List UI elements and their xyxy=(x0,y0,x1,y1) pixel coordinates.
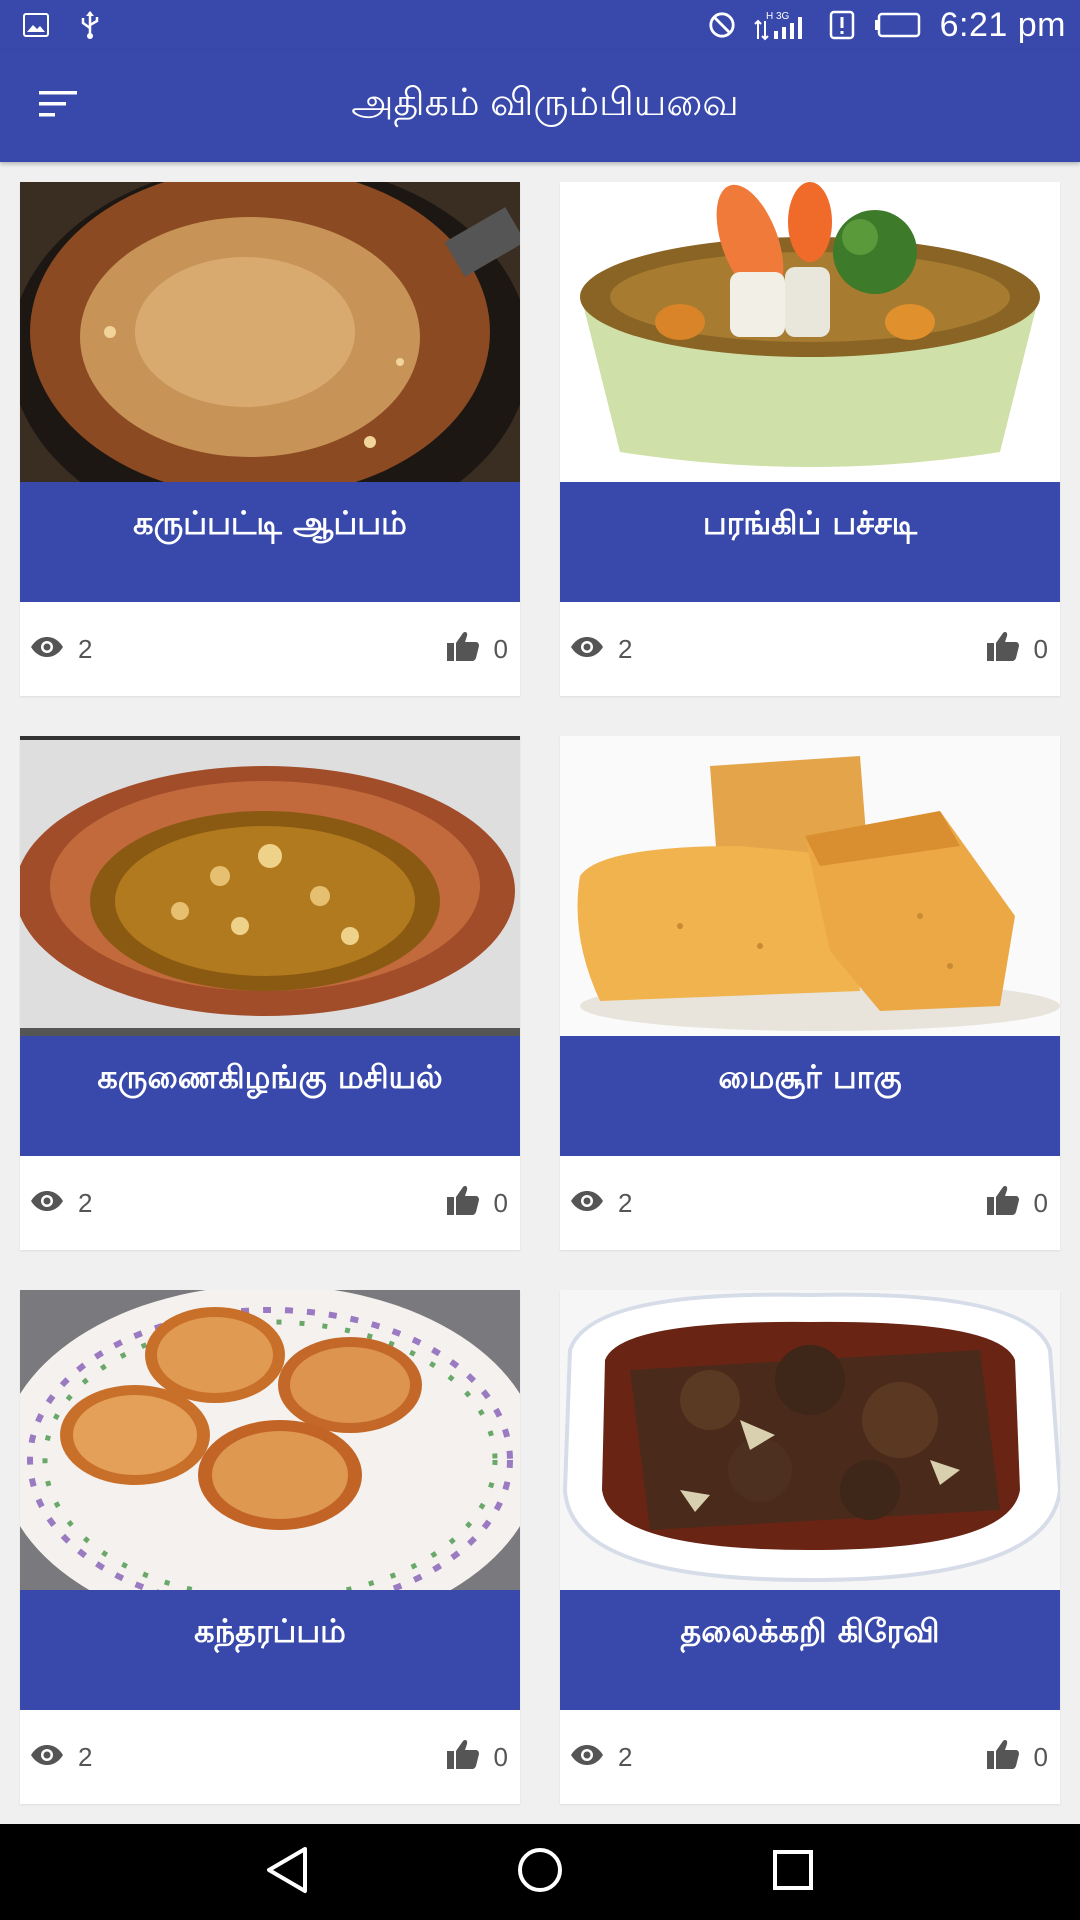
eye-icon xyxy=(30,1188,64,1219)
recipe-image[interactable] xyxy=(20,1290,520,1590)
recipe-title[interactable]: கருப்பட்டி ஆப்பம் xyxy=(20,482,520,602)
recipe-card[interactable]: கருப்பட்டி ஆப்பம் 2 0 xyxy=(20,182,520,696)
thumbs-up-icon[interactable] xyxy=(446,630,480,669)
eye-icon xyxy=(30,1742,64,1773)
recipe-stats: 2 0 xyxy=(20,602,520,696)
views-stat: 2 xyxy=(30,1742,92,1773)
sort-menu-icon xyxy=(37,89,79,123)
home-button[interactable] xyxy=(505,1837,575,1907)
likes-stat[interactable]: 0 xyxy=(986,1184,1048,1223)
recipe-title[interactable]: கந்தரப்பம் xyxy=(20,1590,520,1710)
recipe-image[interactable] xyxy=(560,736,1060,1036)
recipe-title[interactable]: தலைக்கறி கிரேவி xyxy=(560,1590,1060,1710)
alert-icon xyxy=(828,10,856,40)
recipe-stats: 2 0 xyxy=(560,1710,1060,1804)
likes-stat[interactable]: 0 xyxy=(446,630,508,669)
back-button[interactable] xyxy=(252,1837,322,1907)
recipe-stats: 2 0 xyxy=(560,1156,1060,1250)
recipe-card[interactable]: மைசூர் பாகு 2 0 xyxy=(560,736,1060,1250)
views-stat: 2 xyxy=(30,1188,92,1219)
home-icon xyxy=(516,1846,564,1898)
battery-icon xyxy=(874,11,922,39)
system-nav-bar xyxy=(0,1824,1080,1920)
thumbs-up-icon[interactable] xyxy=(986,1184,1020,1223)
thumbs-up-icon[interactable] xyxy=(986,1738,1020,1777)
recipe-title[interactable]: மைசூர் பாகு xyxy=(560,1036,1060,1156)
recipe-stats: 2 0 xyxy=(560,602,1060,696)
views-count: 2 xyxy=(78,1741,93,1772)
recipe-title[interactable]: பரங்கிப் பச்சடி xyxy=(560,482,1060,602)
usb-icon xyxy=(76,11,104,39)
views-count: 2 xyxy=(618,1741,633,1772)
recipe-image[interactable] xyxy=(560,1290,1060,1590)
views-stat: 2 xyxy=(570,1742,632,1773)
likes-stat[interactable]: 0 xyxy=(446,1184,508,1223)
recipe-card[interactable]: கந்தரப்பம் 2 0 xyxy=(20,1290,520,1804)
recipe-grid: கருப்பட்டி ஆப்பம் 2 0 பரங்கிப் பச்சடி 2 … xyxy=(0,162,1080,1824)
recipe-card[interactable]: தலைக்கறி கிரேவி 2 0 xyxy=(560,1290,1060,1804)
recipe-card[interactable]: கருணைகிழங்கு மசியல் 2 0 xyxy=(20,736,520,1250)
likes-count: 0 xyxy=(493,1187,508,1218)
thumbs-up-icon[interactable] xyxy=(446,1738,480,1777)
likes-stat[interactable]: 0 xyxy=(446,1738,508,1777)
views-count: 2 xyxy=(618,1187,633,1218)
views-count: 2 xyxy=(618,633,633,664)
recents-icon xyxy=(772,1849,814,1895)
likes-stat[interactable]: 0 xyxy=(986,1738,1048,1777)
status-time: 6:21 pm xyxy=(939,5,1066,44)
eye-icon xyxy=(30,634,64,665)
likes-count: 0 xyxy=(1033,1187,1048,1218)
back-icon xyxy=(263,1845,311,1899)
recipe-image[interactable] xyxy=(560,182,1060,482)
recents-button[interactable] xyxy=(758,1837,828,1907)
thumbs-up-icon[interactable] xyxy=(986,630,1020,669)
recipe-image[interactable] xyxy=(20,182,520,482)
views-stat: 2 xyxy=(570,634,632,665)
page-title: அதிகம் விரும்பியவை xyxy=(351,82,739,124)
recipe-image[interactable] xyxy=(20,736,520,1036)
likes-count: 0 xyxy=(1033,633,1048,664)
recipe-title[interactable]: கருணைகிழங்கு மசியல் xyxy=(20,1036,520,1156)
app-bar: அதிகம் விரும்பியவை xyxy=(0,50,1080,162)
recipe-stats: 2 0 xyxy=(20,1710,520,1804)
views-stat: 2 xyxy=(570,1188,632,1219)
likes-count: 0 xyxy=(493,633,508,664)
recipe-stats: 2 0 xyxy=(20,1156,520,1250)
status-left xyxy=(22,11,104,39)
status-bar: H 3G 6:21 pm xyxy=(0,0,1080,50)
thumbs-up-icon[interactable] xyxy=(446,1184,480,1223)
signal-icon: H 3G xyxy=(753,11,810,41)
views-count: 2 xyxy=(78,1187,93,1218)
svg-text:H 3G: H 3G xyxy=(766,11,790,22)
likes-count: 0 xyxy=(1033,1741,1048,1772)
eye-icon xyxy=(570,1742,604,1773)
eye-icon xyxy=(570,634,604,665)
sort-menu-button[interactable] xyxy=(30,78,86,134)
eye-icon xyxy=(570,1188,604,1219)
likes-count: 0 xyxy=(493,1741,508,1772)
gallery-icon xyxy=(22,11,50,39)
recipe-card[interactable]: பரங்கிப் பச்சடி 2 0 xyxy=(560,182,1060,696)
likes-stat[interactable]: 0 xyxy=(986,630,1048,669)
views-count: 2 xyxy=(78,633,93,664)
do-not-disturb-icon xyxy=(708,11,736,39)
views-stat: 2 xyxy=(30,634,92,665)
status-right: H 3G 6:21 pm xyxy=(708,6,1066,45)
